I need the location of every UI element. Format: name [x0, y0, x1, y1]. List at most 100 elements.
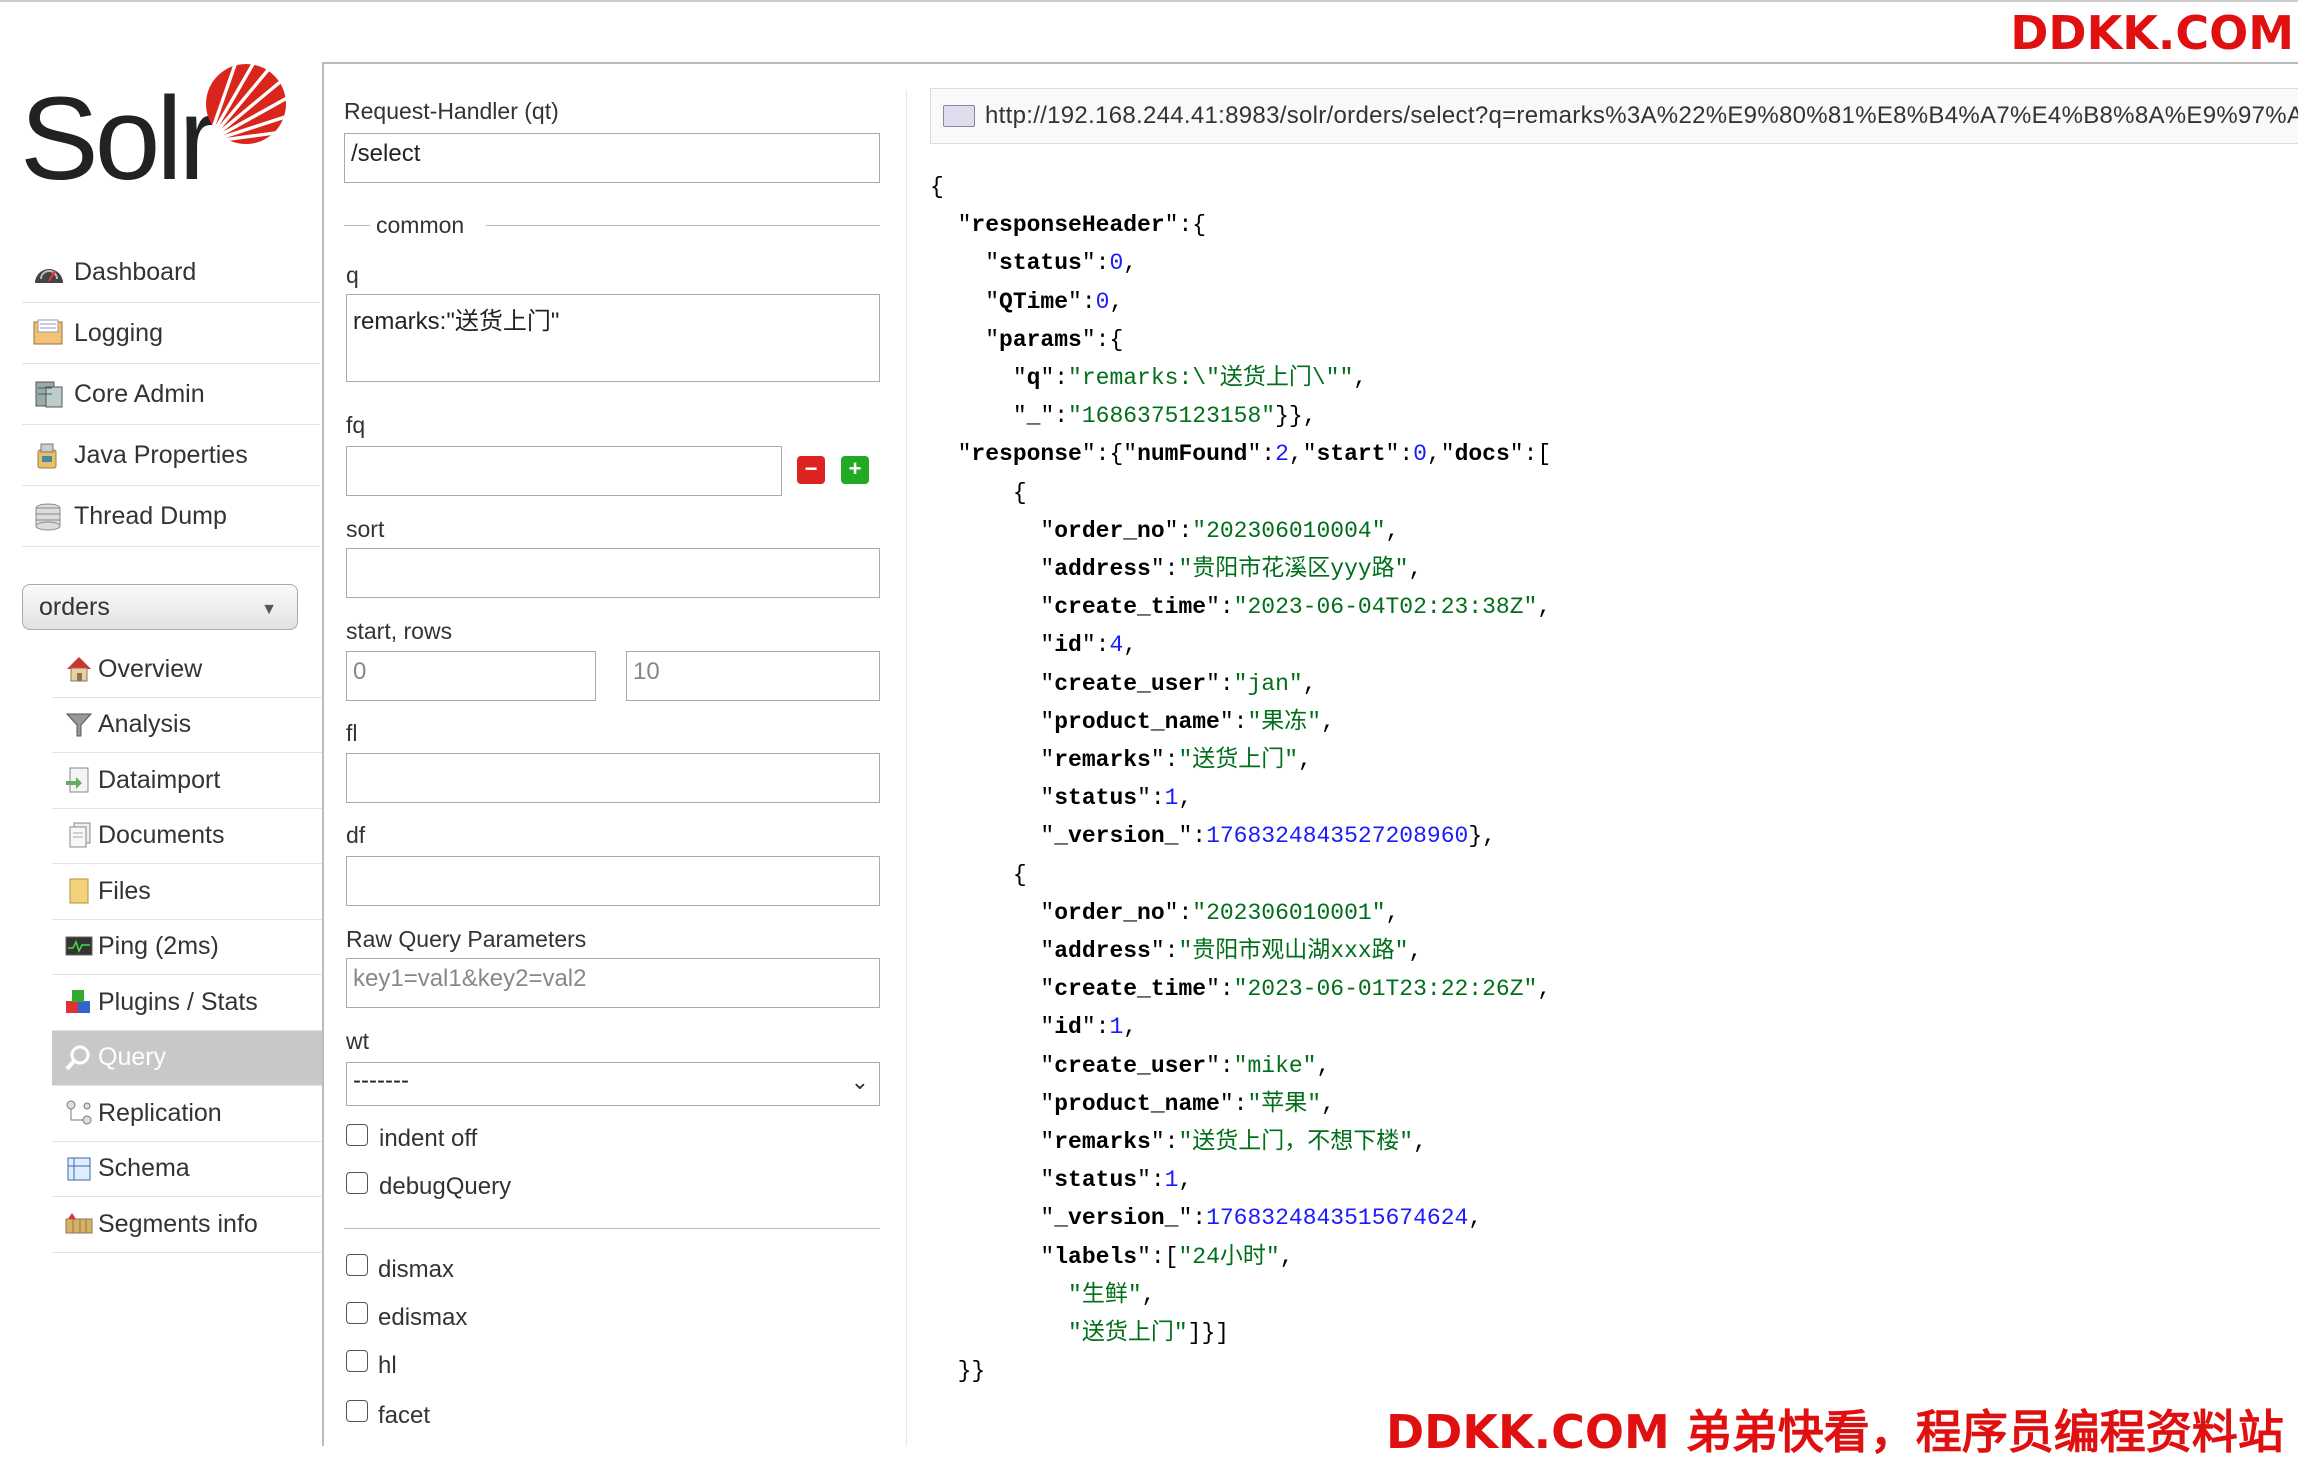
core-nav-files[interactable]: Files	[52, 864, 322, 920]
json-line: "_version_":1768324843515674624,	[930, 1205, 1483, 1232]
nav-label: Java Properties	[74, 440, 248, 469]
json-line: "address":"贵阳市花溪区yyy路",	[930, 556, 1423, 582]
sort-input[interactable]	[346, 548, 880, 598]
dismax-label: dismax	[378, 1256, 455, 1283]
separator	[344, 1228, 880, 1229]
core-nav-segments[interactable]: Segments info	[52, 1197, 322, 1253]
core-nav-replication[interactable]: Replication	[52, 1086, 322, 1142]
raw-query-input[interactable]: key1=val1&key2=val2	[346, 958, 880, 1008]
panel-top-border	[322, 62, 2298, 64]
remove-fq-button[interactable]: −	[797, 456, 825, 484]
logo-text: Solr	[20, 73, 218, 205]
nav-item-dashboard[interactable]: Dashboard	[22, 242, 320, 303]
watermark-top: DDKK.COM	[2010, 6, 2294, 60]
logging-icon	[32, 318, 66, 348]
chevron-down-icon: ⌄	[850, 1069, 869, 1094]
panel-divider	[906, 90, 907, 1446]
nav-item-java-properties[interactable]: Java Properties	[22, 425, 320, 486]
schema-icon	[64, 1154, 94, 1184]
core-nav-label: Files	[98, 876, 151, 905]
core-nav-label: Plugins / Stats	[98, 987, 258, 1016]
json-line: "product_name":"果冻",	[930, 708, 1335, 735]
json-line: "remarks":"送货上门，不想下楼",	[930, 1129, 1427, 1155]
nav-item-thread-dump[interactable]: Thread Dump	[22, 486, 320, 547]
json-line: {	[930, 861, 1027, 888]
wt-select[interactable]: ------- ⌄	[346, 1062, 880, 1106]
solr-sun-icon	[200, 61, 289, 148]
debug-query-label: debugQuery	[379, 1173, 512, 1200]
fl-label: fl	[346, 720, 358, 746]
json-line: {	[930, 174, 944, 200]
q-textarea[interactable]: remarks:"送货上门"	[346, 294, 880, 382]
nav-label: Thread Dump	[74, 501, 227, 530]
json-line: "labels":["24小时",	[930, 1243, 1294, 1270]
start-input[interactable]: 0	[346, 651, 596, 701]
core-nav-schema[interactable]: Schema	[52, 1142, 322, 1197]
json-line: "create_time":"2023-06-01T23:22:26Z",	[930, 976, 1552, 1003]
core-nav-plugins[interactable]: Plugins / Stats	[52, 975, 322, 1031]
core-nav-dataimport[interactable]: Dataimport	[52, 753, 322, 809]
json-line: "create_time":"2023-06-04T02:23:38Z",	[930, 594, 1552, 621]
core-nav-documents[interactable]: Documents	[52, 809, 322, 864]
indent-checkbox[interactable]	[346, 1124, 368, 1146]
facet-label: facet	[378, 1402, 431, 1429]
add-fq-button[interactable]: +	[841, 456, 869, 484]
main-nav: Dashboard Logging Core Admin Java Proper…	[22, 242, 320, 547]
request-url-bar[interactable]: http://192.168.244.41:8983/solr/orders/s…	[930, 88, 2298, 144]
json-line: "id":1,	[930, 1014, 1138, 1041]
json-line: "q":"remarks:\"送货上门\"",	[930, 365, 1368, 391]
json-line: "response":{"numFound":2,"start":0,"docs…	[930, 441, 1552, 468]
core-nav-label: Query	[98, 1043, 167, 1072]
q-label: q	[346, 262, 359, 288]
core-nav-ping[interactable]: Ping (2ms)	[52, 920, 322, 975]
core-nav-analysis[interactable]: Analysis	[52, 698, 322, 753]
hl-checkbox[interactable]	[346, 1350, 368, 1372]
watermark-bottom: DDKK.COM 弟弟快看，程序员编程资料站	[1386, 1405, 2284, 1459]
request-url-link[interactable]: http://192.168.244.41:8983/solr/orders/s…	[985, 102, 2298, 130]
core-nav-query[interactable]: Query	[52, 1030, 322, 1086]
core-nav-label: Overview	[98, 654, 203, 683]
wt-select-value: -------	[353, 1067, 409, 1094]
sort-label: sort	[346, 516, 385, 542]
core-selector[interactable]: orders ▼	[22, 584, 298, 630]
core-nav-label: Documents	[98, 821, 225, 850]
panel-left-border	[322, 62, 324, 1446]
edismax-label: edismax	[378, 1304, 468, 1331]
json-line: "responseHeader":{	[930, 212, 1207, 239]
json-line: "_":"1686375123158"}},	[930, 403, 1317, 430]
chevron-down-icon: ▼	[261, 601, 277, 618]
rows-input[interactable]: 10	[626, 651, 880, 701]
wt-label: wt	[346, 1028, 369, 1054]
java-icon	[32, 440, 66, 470]
facet-checkbox[interactable]	[346, 1400, 368, 1422]
json-line: "送货上门"]}]	[1068, 1320, 1230, 1346]
json-line: "remarks":"送货上门",	[930, 747, 1312, 773]
overview-icon	[64, 654, 94, 684]
core-nav-label: Dataimport	[98, 765, 221, 794]
json-line: "product_name":"苹果",	[930, 1090, 1335, 1117]
nav-item-logging[interactable]: Logging	[22, 303, 320, 364]
core-nav-overview[interactable]: Overview	[52, 642, 322, 698]
debug-query-checkbox[interactable]	[346, 1172, 368, 1194]
core-nav-label: Schema	[98, 1154, 190, 1183]
request-handler-input[interactable]: /select	[344, 133, 880, 183]
legend-line	[486, 225, 880, 226]
json-line: "status":1,	[930, 1167, 1193, 1194]
fq-label: fq	[346, 412, 366, 438]
fl-input[interactable]	[346, 753, 880, 803]
ping-icon	[64, 932, 94, 962]
fq-input[interactable]	[346, 446, 782, 496]
df-label: df	[346, 822, 366, 848]
nav-label: Logging	[74, 318, 163, 347]
solr-logo[interactable]: Solr	[20, 58, 290, 198]
df-input[interactable]	[346, 856, 880, 906]
dismax-checkbox[interactable]	[346, 1254, 368, 1276]
nav-label: Core Admin	[74, 379, 205, 408]
dashboard-icon	[32, 257, 66, 287]
nav-item-core-admin[interactable]: Core Admin	[22, 364, 320, 425]
edismax-checkbox[interactable]	[346, 1302, 368, 1324]
replication-icon	[64, 1098, 94, 1128]
thread-dump-icon	[32, 501, 66, 531]
documents-icon	[64, 821, 94, 851]
json-line: "生鲜",	[1068, 1281, 1156, 1308]
